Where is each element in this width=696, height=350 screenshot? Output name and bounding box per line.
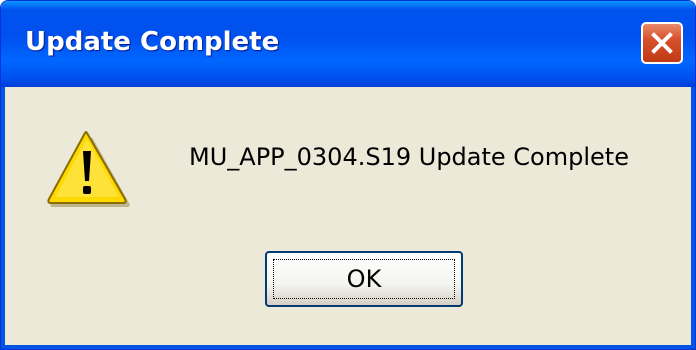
title-bar[interactable]: Update Complete — [1, 1, 695, 87]
dialog-message: MU_APP_0304.S19 Update Complete — [189, 143, 629, 171]
dialog-body: MU_APP_0304.S19 Update Complete OK — [5, 87, 691, 345]
close-button[interactable] — [641, 22, 683, 64]
ok-button-label: OK — [346, 265, 382, 293]
window-frame-right — [691, 87, 695, 349]
warning-icon — [47, 131, 130, 207]
close-icon — [651, 32, 673, 54]
dialog-window: Update Complete MU_APP_0304.S19 Update C… — [0, 0, 696, 350]
window-frame-bottom — [1, 345, 695, 349]
ok-button[interactable]: OK — [265, 251, 463, 307]
dialog-title: Update Complete — [25, 27, 280, 57]
